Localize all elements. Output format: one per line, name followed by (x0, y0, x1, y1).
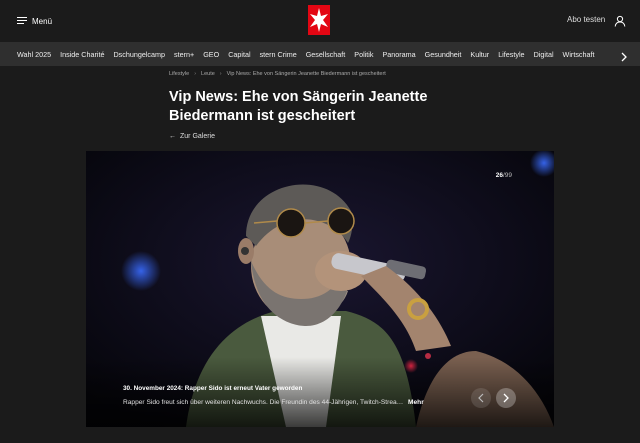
page-title: Vip News: Ehe von Sängerin Jeanette Bied… (169, 89, 428, 124)
chevron-right-icon (503, 393, 509, 403)
nav-item-digital[interactable]: Digital (534, 50, 554, 59)
nav-list: Wahl 2025 Inside Charité Dschungelcamp ster… (17, 42, 604, 66)
stern-logo[interactable] (308, 5, 330, 35)
main-nav: Wahl 2025 Inside Charité Dschungelcamp ster… (0, 42, 640, 66)
star-logo-icon (310, 8, 328, 32)
abo-link[interactable]: Abo testen (567, 15, 605, 24)
breadcrumb-leute[interactable]: Leute (201, 71, 215, 77)
nav-item-wirtschaft[interactable]: Wirtschaft (563, 50, 595, 59)
nav-item-panorama[interactable]: Panorama (382, 50, 415, 59)
chevron-right-icon: › (219, 71, 222, 77)
back-to-gallery-link[interactable]: ← Zur Galerie (169, 133, 215, 140)
chevron-right-icon[interactable] (620, 49, 628, 62)
nav-item-dschungelcamp[interactable]: Dschungelcamp (113, 50, 165, 59)
breadcrumb-lifestyle[interactable]: Lifestyle (169, 71, 189, 77)
breadcrumb-current[interactable]: Vip News: Ehe von Sängerin Jeanette Bied… (227, 71, 386, 77)
nav-item-kultur[interactable]: Kultur (470, 50, 489, 59)
nav-item-geo[interactable]: GEO (203, 50, 219, 59)
site-header: Menü Abo testen (0, 0, 640, 42)
nav-item-lifestyle[interactable]: Lifestyle (498, 50, 524, 59)
gallery-counter: 26/99 (496, 172, 512, 179)
user-icon[interactable] (614, 14, 626, 27)
chevron-left-icon (478, 393, 484, 403)
nav-item-gesellschaft[interactable]: Gesellschaft (306, 50, 346, 59)
nav-item-inside-charit-[interactable]: Inside Charité (60, 50, 104, 59)
image-gallery: 26/99 30. November 2024: Rapper Sido ist… (86, 151, 554, 427)
menu-button[interactable]: Menü (17, 14, 52, 28)
chevron-right-icon: › (194, 71, 197, 77)
nav-item-politik[interactable]: Politik (354, 50, 373, 59)
hamburger-icon (17, 17, 27, 25)
nav-item-gesundheit[interactable]: Gesundheit (425, 50, 462, 59)
nav-item-stern-crime[interactable]: stern Crime (260, 50, 297, 59)
nav-item-capital[interactable]: Capital (228, 50, 250, 59)
more-button[interactable]: Mehr (408, 399, 424, 406)
breadcrumb: Lifestyle › Leute › Vip News: Ehe von Sä… (169, 71, 386, 77)
gallery-total: /99 (502, 172, 512, 179)
arrow-left-icon: ← (169, 133, 176, 140)
caption-text: Rapper Sido freut sich über weiteren Nac… (123, 399, 408, 406)
menu-label: Menü (32, 16, 53, 26)
gallery-current: 26 (495, 172, 503, 179)
nav-item-stern+[interactable]: stern+ (174, 50, 194, 59)
back-label: Zur Galerie (180, 133, 216, 140)
prev-image-button[interactable] (471, 388, 491, 408)
caption-title: 30. November 2024: Rapper Sido ist erneu… (123, 385, 303, 392)
next-image-button[interactable] (496, 388, 516, 408)
nav-item-wahl-2025[interactable]: Wahl 2025 (17, 50, 51, 59)
